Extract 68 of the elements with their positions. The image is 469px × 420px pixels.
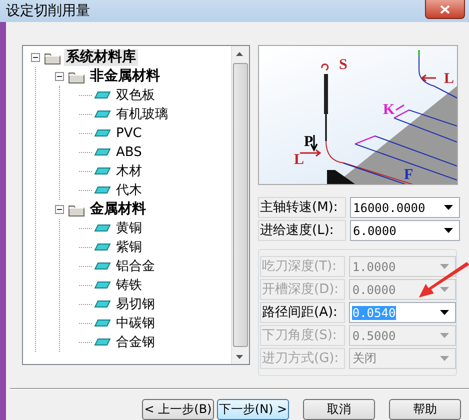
material-block-icon [94, 91, 111, 100]
folder-icon [44, 50, 61, 64]
diagram-label: P [304, 134, 314, 150]
tree-item[interactable]: 铸铁 [114, 277, 144, 294]
scrollbar-thumb[interactable] [233, 63, 248, 347]
folder-icon [68, 70, 85, 84]
dropdown-arrow-icon [440, 333, 449, 338]
tree-item[interactable]: ABS [114, 144, 144, 161]
material-block-icon [94, 110, 111, 119]
back-button[interactable]: < 上一步(B) [142, 399, 214, 420]
collapse-toggle-icon[interactable] [31, 53, 40, 62]
tree-item[interactable]: 合金钢 [114, 334, 157, 351]
dropdown-arrow-icon [440, 264, 449, 269]
material-block-icon [94, 243, 111, 252]
tree-item[interactable]: 铝合金 [114, 258, 157, 275]
material-block-icon [94, 186, 111, 195]
tree-item[interactable]: 金属材料 [88, 201, 148, 218]
dropdown-arrow-icon [444, 205, 453, 210]
dropdown-arrow-icon [444, 228, 453, 233]
material-block-icon [94, 319, 111, 328]
help-button[interactable]: 帮助 [389, 399, 461, 420]
diagram-label: L [444, 71, 454, 87]
tree-item[interactable]: 中碳钢 [114, 315, 157, 332]
dropdown-arrow-icon [440, 287, 449, 292]
material-block-icon [94, 300, 111, 309]
scrollbar[interactable] [231, 46, 249, 364]
diagram-label: S [339, 57, 348, 73]
scroll-down-icon[interactable] [236, 354, 242, 358]
scroll-up-icon[interactable] [236, 52, 242, 56]
diagram-label: K [383, 102, 395, 118]
tree-item[interactable]: 紫铜 [114, 239, 144, 256]
field-label: 主轴转速(M): [258, 197, 346, 218]
close-icon [440, 4, 450, 14]
cancel-button[interactable]: 取消 [303, 399, 375, 420]
material-block-icon [94, 338, 111, 347]
dropdown-field[interactable]: 6.0000 [350, 220, 460, 241]
dropdown-field[interactable]: 16000.0000 [350, 197, 460, 218]
field-label: 下刀角度(S): [260, 325, 346, 346]
material-block-icon [94, 129, 111, 138]
collapse-toggle-icon[interactable] [55, 72, 64, 81]
window-title: 设定切削用量 [5, 2, 91, 20]
tree-item[interactable]: 代木 [114, 182, 144, 199]
tree-item[interactable]: PVC [114, 125, 144, 142]
tree-item[interactable]: 非金属材料 [88, 68, 162, 85]
material-block-icon [94, 224, 111, 233]
next-button[interactable]: 下一步(N) > [217, 399, 289, 420]
field-label: 开槽深度(D): [260, 279, 346, 300]
field-label: 吃刀深度(T): [260, 256, 346, 277]
tree-item[interactable]: 木材 [114, 163, 144, 180]
dropdown-arrow-icon [440, 310, 449, 315]
field-label: 路径间距(A): [260, 302, 346, 323]
tree-item[interactable]: 易切钢 [114, 296, 157, 313]
field-label: 进给速度(L): [258, 220, 346, 241]
field-label: 进刀方式(G): [260, 348, 346, 369]
material-block-icon [94, 262, 111, 271]
material-block-icon [94, 281, 111, 290]
tree-item[interactable]: 系统材料库 [64, 49, 138, 66]
collapse-toggle-icon[interactable] [55, 205, 64, 214]
diagram-label: F [404, 167, 414, 183]
close-button[interactable] [425, 0, 465, 19]
diagram-label: L [294, 152, 304, 168]
folder-icon [68, 202, 85, 216]
tree-item[interactable]: 有机玻璃 [114, 106, 170, 123]
dropdown-arrow-icon [440, 356, 449, 361]
tree-item[interactable]: 双色板 [114, 87, 157, 104]
material-block-icon [94, 167, 111, 176]
tree-item[interactable]: 黄铜 [114, 220, 144, 237]
material-block-icon [94, 148, 111, 157]
